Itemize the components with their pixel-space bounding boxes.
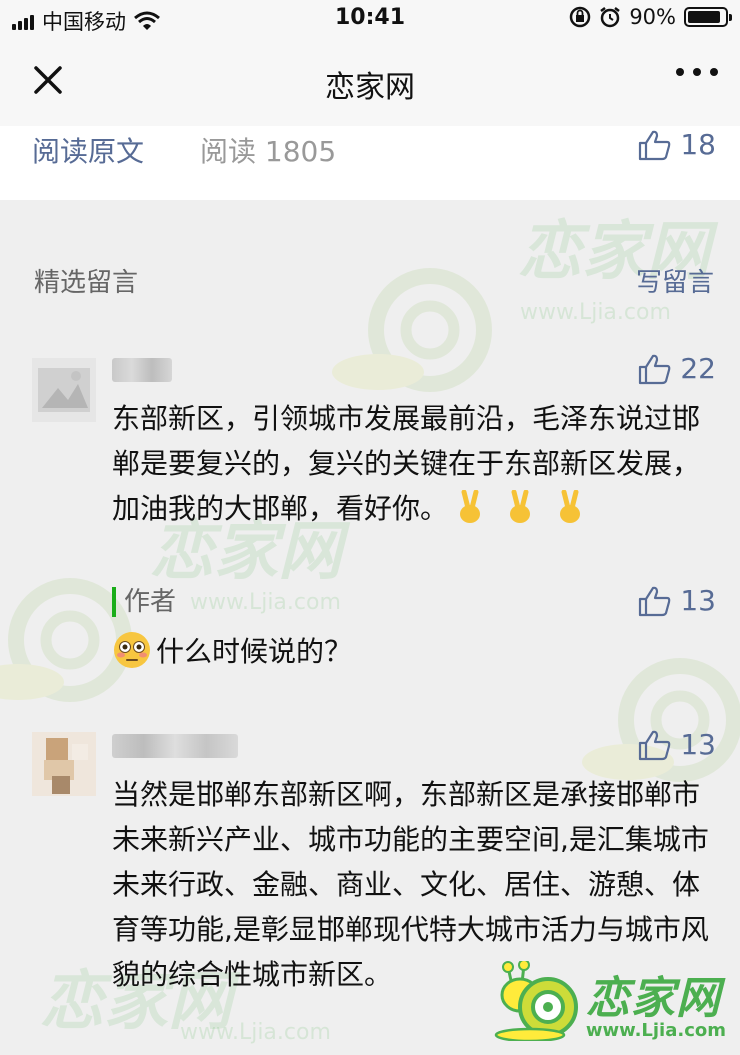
brand-logo: 恋家网 www.Ljia.com: [490, 961, 726, 1041]
avatar[interactable]: [32, 732, 96, 796]
commenter-nickname-blurred: [112, 734, 238, 758]
comment-like-count: 13: [680, 728, 716, 761]
nav-bar: 恋家网: [0, 36, 740, 126]
rotation-lock-icon: [570, 6, 591, 28]
comment-like-button[interactable]: 13: [638, 728, 716, 761]
article-meta: 阅读原文 阅读 1805 18: [0, 126, 740, 200]
comment-like-count: 22: [680, 352, 716, 385]
comment-body: 东部新区，引领城市发展最前沿，毛泽东说过邯郸是要复兴的，复兴的关键在于东部新区发…: [112, 402, 701, 525]
reply-like-button[interactable]: 13: [638, 584, 716, 617]
snail-logo-icon: [494, 961, 578, 1041]
alarm-icon: [600, 7, 621, 28]
author-reply-label: 作者: [112, 587, 176, 617]
page-title: 恋家网: [325, 70, 415, 105]
write-comment-link[interactable]: 写留言: [636, 262, 714, 299]
battery-percent: 90%: [629, 5, 676, 29]
snail-watermark-icon: [332, 268, 492, 392]
emoji-group: [448, 490, 584, 525]
brand-name: 恋家网: [585, 972, 721, 1024]
brand-url: www.Ljia.com: [585, 1019, 726, 1041]
thumbs-up-icon: [639, 730, 671, 760]
read-count: 阅读 1805: [200, 135, 337, 168]
more-icon[interactable]: [676, 68, 718, 76]
comment-like-button[interactable]: 22: [638, 352, 716, 385]
article-like-count: 18: [680, 128, 716, 161]
comments-section-title: 精选留言: [34, 268, 139, 298]
reply-like-count: 13: [680, 584, 716, 617]
thumbs-up-icon: [639, 586, 671, 616]
watermark-url: www.Ljia.com: [190, 590, 341, 615]
read-original-link[interactable]: 阅读原文: [32, 130, 144, 170]
article-like-button[interactable]: 18: [638, 128, 716, 161]
author-reply: 什么时候说的？: [112, 630, 352, 670]
status-bar: 中国移动 10:41 90%: [0, 0, 740, 36]
watermark-url: www.Ljia.com: [180, 1020, 331, 1045]
battery-icon: [684, 7, 732, 27]
victory-hand-emoji: [510, 490, 531, 523]
snail-watermark-icon: [582, 658, 740, 782]
flushed-face-emoji: [114, 632, 150, 668]
thumbs-up-icon: [639, 354, 671, 384]
comment-text: 东部新区，引领城市发展最前沿，毛泽东说过邯郸是要复兴的，复兴的关键在于东部新区发…: [112, 396, 712, 531]
author-reply-text: 什么时候说的？: [156, 635, 353, 668]
victory-hand-emoji: [460, 490, 481, 523]
thumbs-up-icon: [639, 130, 671, 160]
watermark-url: www.Ljia.com: [520, 300, 671, 325]
avatar[interactable]: [32, 358, 96, 422]
victory-hand-emoji: [560, 490, 581, 523]
commenter-nickname-blurred: [112, 358, 172, 382]
